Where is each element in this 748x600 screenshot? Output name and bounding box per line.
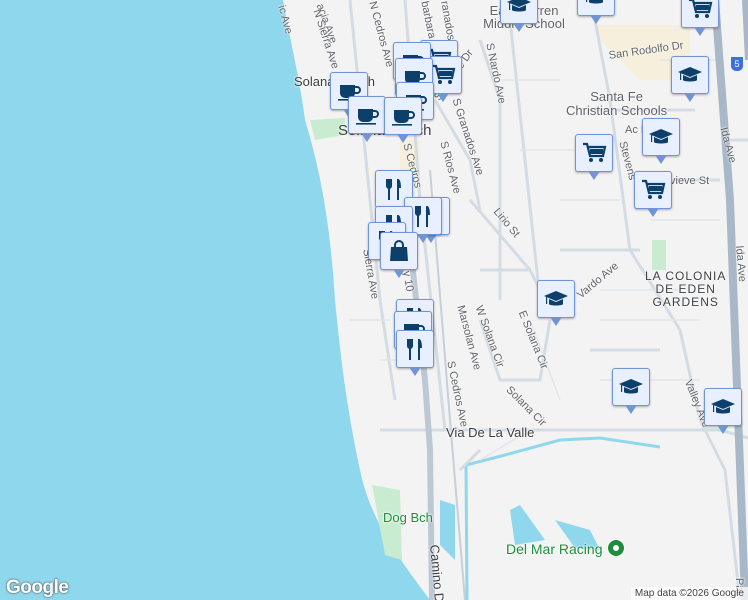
lake <box>510 505 545 545</box>
map-marker-cart[interactable] <box>634 171 672 217</box>
map-marker-school[interactable] <box>642 118 680 164</box>
river <box>464 436 661 600</box>
cart-icon <box>640 177 666 203</box>
map-marker-coffee[interactable] <box>348 96 386 142</box>
map-marker-cart[interactable] <box>681 0 719 36</box>
map-marker-school[interactable] <box>577 0 615 24</box>
bag-icon <box>386 238 412 264</box>
school-icon <box>648 124 674 150</box>
school-icon <box>677 62 703 88</box>
cart-icon <box>687 0 713 22</box>
neighborhood-label: LA COLONIA DE EDEN GARDENS <box>645 269 727 309</box>
food-icon <box>381 176 407 202</box>
school-icon <box>506 0 532 18</box>
interstate-5-shield: 5 <box>731 57 743 71</box>
poi-label[interactable]: Del Mar Racing <box>506 541 602 557</box>
map-attribution[interactable]: Map data ©2026 Google <box>630 587 748 600</box>
map-marker-food[interactable] <box>396 330 434 376</box>
map-marker-school[interactable] <box>671 56 709 102</box>
map-marker-school[interactable] <box>537 280 575 326</box>
cart-icon <box>581 140 607 166</box>
coffee-icon <box>354 102 380 128</box>
map-marker-cart[interactable] <box>575 134 613 180</box>
map-marker-coffee[interactable] <box>384 97 422 143</box>
map-marker-school[interactable] <box>704 388 742 434</box>
street-label: Via De La Valle <box>446 425 535 440</box>
poi-label[interactable]: Santa Fe Christian Schools <box>566 90 667 118</box>
school-icon <box>710 394 736 420</box>
map-marker-school[interactable] <box>612 368 650 414</box>
school-icon <box>543 286 569 312</box>
coffee-icon <box>390 103 416 129</box>
map-marker-school[interactable] <box>500 0 538 32</box>
map-canvas[interactable]: ic Ave acia Ave N Sierra Ave N Cedros Av… <box>0 0 748 600</box>
school-icon <box>583 0 609 10</box>
park-label: Dog Bch <box>383 510 433 525</box>
street-label: vieve St <box>670 175 710 187</box>
poi-pin-icon[interactable] <box>607 539 625 557</box>
food-icon <box>402 336 428 362</box>
school-icon <box>618 374 644 400</box>
park <box>652 240 666 270</box>
google-logo: Google <box>6 577 69 598</box>
food-icon <box>410 203 436 229</box>
map-marker-bag[interactable] <box>380 232 418 278</box>
